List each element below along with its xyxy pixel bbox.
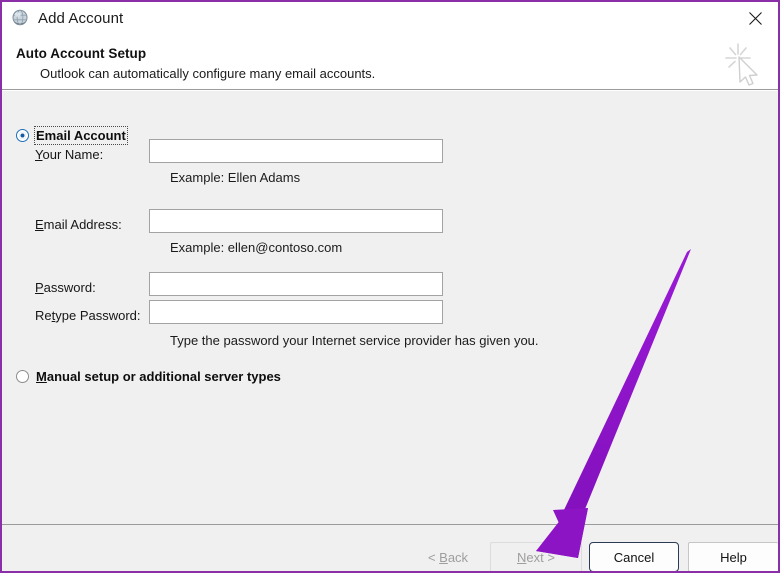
email-account-radio[interactable] (16, 129, 29, 142)
wizard-header: Auto Account Setup Outlook can automatic… (2, 34, 778, 90)
window-title: Add Account (38, 9, 124, 27)
help-button[interactable]: Help (688, 542, 778, 571)
password-hint: Type the password your Internet service … (170, 333, 539, 348)
your-name-hint: Example: Ellen Adams (170, 170, 301, 185)
page-subtitle: Outlook can automatically configure many… (40, 66, 376, 81)
your-name-label: Your Name: (35, 147, 104, 162)
email-address-input[interactable] (149, 209, 443, 233)
next-button-label: Next > (517, 549, 555, 565)
page-title: Auto Account Setup (16, 46, 147, 61)
next-button[interactable]: Next > (490, 542, 582, 571)
password-label: Password: (35, 280, 96, 295)
email-account-radio-row[interactable]: Email Account (16, 126, 128, 145)
title-bar: Add Account (2, 2, 778, 34)
help-button-label: Help (720, 549, 747, 565)
close-icon[interactable] (736, 4, 774, 32)
cancel-button[interactable]: Cancel (589, 542, 679, 571)
globe-icon (10, 8, 30, 28)
manual-setup-radio[interactable] (16, 370, 29, 383)
add-account-dialog: Add Account Auto Account Setup Outlook c… (0, 0, 780, 573)
your-name-input[interactable] (149, 139, 443, 163)
wizard-footer: < Back Next > Cancel Help (2, 524, 778, 571)
password-input[interactable] (149, 272, 443, 296)
email-address-hint: Example: ellen@contoso.com (170, 240, 343, 255)
back-button-label: < Back (427, 549, 469, 565)
retype-password-label: Retype Password: (35, 308, 141, 323)
wizard-body: Email Account Your Name: Example: Ellen … (2, 91, 778, 524)
retype-password-input[interactable] (149, 300, 443, 324)
back-button[interactable]: < Back (402, 542, 494, 571)
manual-setup-label: Manual setup or additional server types (36, 369, 281, 384)
email-address-label: Email Address: (35, 217, 122, 232)
cursor-sparkle-icon (718, 38, 770, 90)
email-account-label: Email Account (34, 126, 128, 145)
manual-setup-radio-row[interactable]: Manual setup or additional server types (16, 369, 281, 384)
cancel-button-label: Cancel (613, 549, 655, 565)
